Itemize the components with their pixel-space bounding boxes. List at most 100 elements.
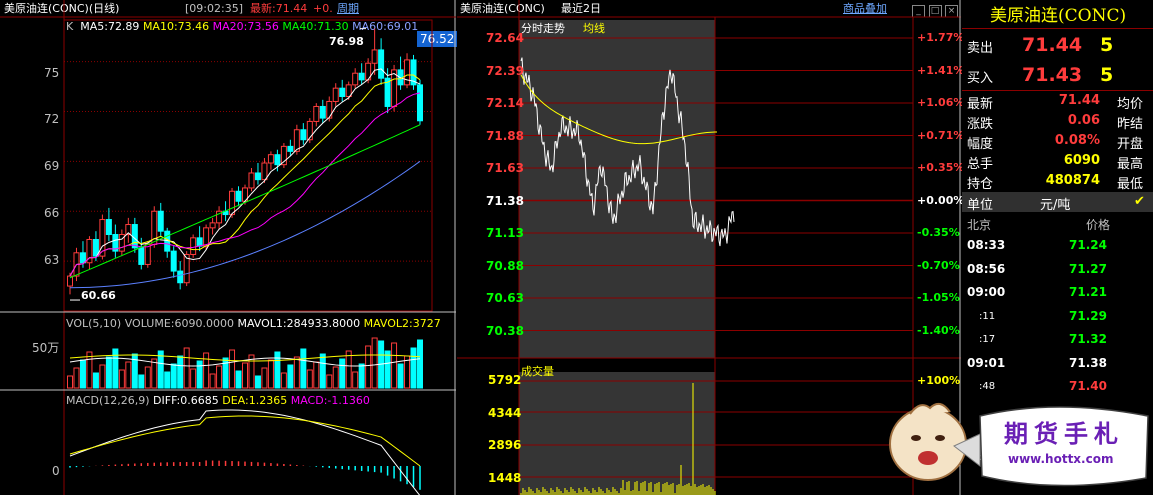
- candle: [417, 84, 423, 122]
- volume-bar: [203, 352, 210, 389]
- volume-bar: [164, 371, 171, 389]
- percent-tick: +0.00%: [917, 193, 965, 207]
- y-tick: 75: [44, 66, 60, 80]
- volume-tick: 2896: [488, 438, 522, 452]
- quote-row: 幅度 0.08% 开盘: [967, 133, 1144, 152]
- y-tick: 69: [44, 159, 60, 173]
- volume-bar: [261, 367, 268, 389]
- candle: [371, 49, 378, 64]
- percent-tick: +1.77%: [917, 31, 965, 44]
- volume-bar: [242, 362, 248, 389]
- percent-tick: -1.05%: [917, 291, 960, 304]
- watermark-text: 期货手札: [1004, 419, 1124, 448]
- check-icon[interactable]: ✔: [1134, 194, 1145, 209]
- candle: [254, 172, 261, 181]
- volume-bar: [326, 374, 333, 389]
- candle: [229, 190, 236, 216]
- candle: [209, 222, 216, 229]
- volume-bar: [151, 358, 158, 389]
- volume-bar: [209, 373, 216, 389]
- price-tick: 70.88: [486, 258, 524, 273]
- percent-tick: +0.71%: [917, 128, 965, 142]
- tick-row: 09:00 71.21: [967, 285, 1107, 299]
- percent-tick: +0.35%: [917, 161, 965, 174]
- trend-label: 分时走势: [521, 22, 565, 35]
- volume-bar: [125, 361, 132, 389]
- volume-bar: [345, 350, 352, 389]
- candle: [326, 100, 333, 119]
- candle: [267, 154, 274, 164]
- volume-bar: [86, 351, 93, 389]
- volume-bar: [300, 348, 307, 389]
- volume-bar: [157, 350, 164, 389]
- volume-bar: [190, 368, 197, 389]
- percent-tick: -1.40%: [917, 323, 960, 337]
- candle: [248, 172, 255, 189]
- vol-legend: VOL(5,10) VOLUME:6090.0000 MAVOL1:284933…: [66, 317, 441, 330]
- price-tick: 72.64: [486, 31, 524, 45]
- candle: [157, 210, 164, 232]
- volume-bar: [306, 369, 313, 389]
- candle: [138, 247, 145, 265]
- kline-chart[interactable]: [0, 0, 456, 495]
- y-tick: 72: [44, 112, 60, 126]
- volume-bar: [177, 355, 184, 389]
- volume-bar: [397, 363, 404, 389]
- tick-row: 09:01 71.38: [967, 355, 1107, 370]
- candle: [352, 72, 359, 86]
- volume-label: 成交量: [521, 365, 554, 378]
- candle: [300, 129, 307, 141]
- unit-bar: 单位 元/吨 ✔: [962, 192, 1153, 213]
- volume-bar: [280, 372, 287, 389]
- volume-tick: 1448: [488, 470, 522, 485]
- volume-bar: [254, 375, 261, 389]
- volume-bar: [79, 359, 86, 389]
- percent-tick: -0.70%: [917, 258, 960, 272]
- candle: [235, 190, 242, 202]
- candle: [144, 243, 151, 265]
- y-tick: 63: [44, 253, 60, 267]
- quote-row: 最新 71.44 均价: [967, 93, 1144, 112]
- quote-divider: [962, 28, 1153, 29]
- vol-tick: 50万: [32, 341, 60, 355]
- volume-bar: [371, 337, 378, 389]
- volume-bar: [319, 353, 326, 389]
- volume-bar: [235, 370, 242, 389]
- volume-bar: [352, 371, 359, 389]
- candle: [261, 162, 268, 181]
- volume-bar: [138, 374, 145, 389]
- candle: [177, 270, 184, 284]
- volume-bar: [118, 369, 125, 389]
- candle: [79, 252, 86, 264]
- candle: [196, 237, 203, 247]
- candle: [131, 224, 138, 249]
- volume-bar: [417, 339, 423, 389]
- macd-zero-tick: 0: [52, 464, 60, 478]
- quote-divider: [962, 90, 1153, 91]
- kline-panel[interactable]: 美原油连(CONC)(日线) [09:02:35] 最新:71.44 +0. 周…: [0, 0, 458, 495]
- price-tick: 71.63: [486, 161, 524, 175]
- quote-title: 美原油连(CONC): [990, 6, 1127, 26]
- volume-tick: 5792: [488, 373, 522, 387]
- candle: [391, 69, 398, 107]
- volume-bar: [183, 347, 190, 389]
- price-tick: 71.88: [486, 128, 524, 143]
- volume-bar: [293, 356, 300, 389]
- candle: [339, 87, 346, 97]
- volume-bar: [67, 375, 73, 389]
- candle: [358, 72, 365, 81]
- tick-row: 08:33 71.24: [967, 238, 1107, 252]
- quote-row: 涨跌 0.06 昨结: [967, 113, 1144, 132]
- volume-bar: [313, 361, 320, 389]
- high-mark: 76.98: [329, 35, 364, 48]
- quote-row: 总手 6090 最高: [967, 153, 1144, 172]
- volume-bar: [391, 342, 398, 389]
- candle: [378, 49, 385, 79]
- volume-bar: [144, 366, 151, 389]
- avg-label: 均线: [583, 22, 605, 35]
- price-tick: 71.13: [486, 226, 524, 240]
- candle: [190, 237, 197, 255]
- candle: [203, 227, 210, 247]
- dif-line: [69, 409, 421, 495]
- volume-bar: [196, 360, 203, 389]
